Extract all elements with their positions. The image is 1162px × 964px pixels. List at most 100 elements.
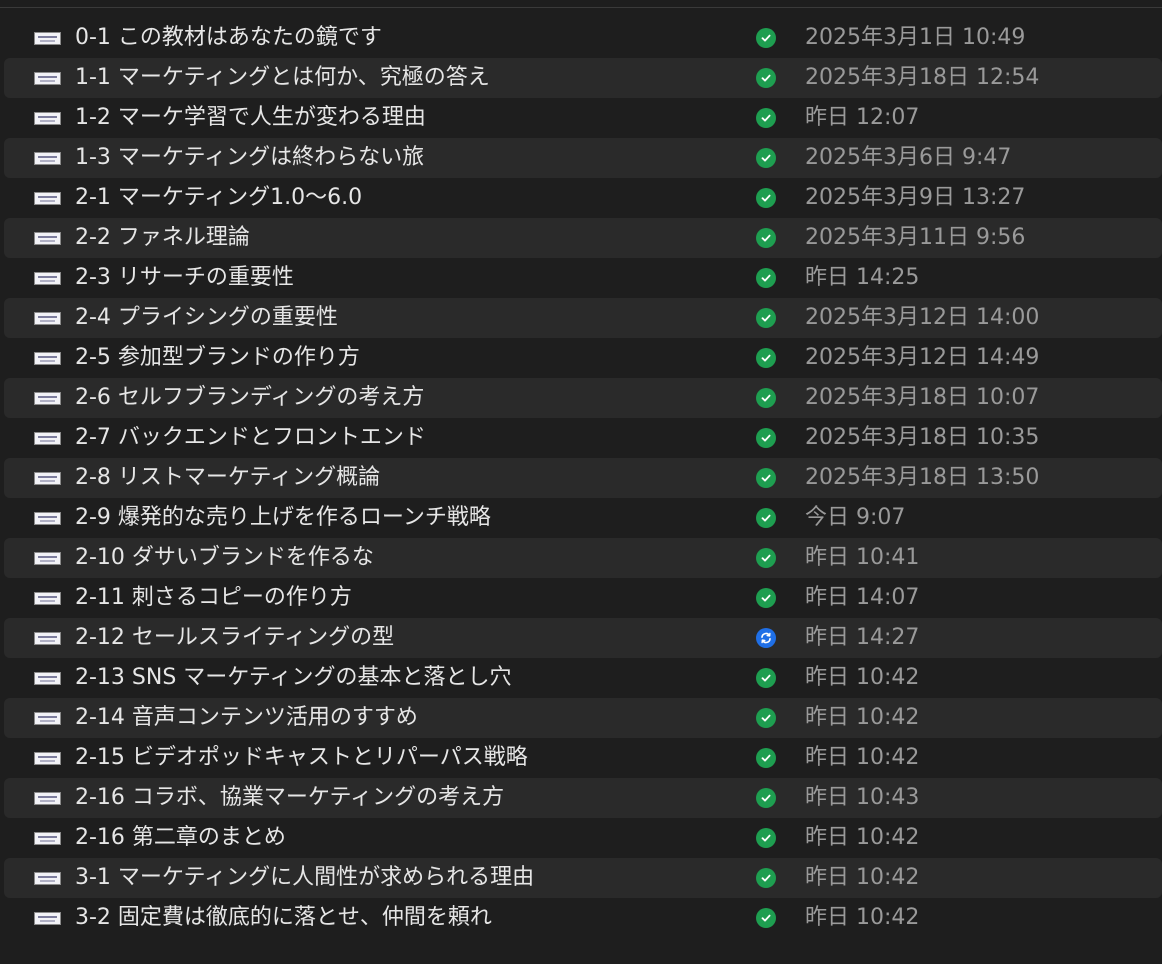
file-name: 2-10 ダサいブランドを作るな	[75, 545, 374, 570]
file-thumbnail-icon	[34, 912, 61, 925]
file-date-modified: 昨日 14:07	[805, 585, 920, 610]
file-thumbnail-icon	[34, 152, 61, 165]
sync-status-check-icon	[756, 428, 776, 448]
file-name: 2-12 セールスライティングの型	[75, 625, 395, 650]
file-date-modified: 2025年3月18日 12:54	[805, 65, 1040, 90]
file-row[interactable]: 2-1 マーケティング1.0～6.0 2025年3月9日 13:27	[0, 178, 1162, 218]
file-name: 2-2 ファネル理論	[75, 225, 250, 250]
sync-status-check-icon	[756, 508, 776, 528]
file-date-modified: 2025年3月18日 10:35	[805, 425, 1040, 450]
file-row[interactable]: 2-13 SNS マーケティングの基本と落とし穴 昨日 10:42	[0, 658, 1162, 698]
sync-status-check-icon	[756, 68, 776, 88]
file-date-modified: 2025年3月18日 13:50	[805, 465, 1040, 490]
file-row[interactable]: 2-8 リストマーケティング概論 2025年3月18日 13:50	[4, 458, 1162, 498]
file-date-modified: 2025年3月11日 9:56	[805, 225, 1026, 250]
file-thumbnail-icon	[34, 432, 61, 445]
file-date-modified: 昨日 10:41	[805, 545, 920, 570]
sync-status-check-icon	[756, 28, 776, 48]
sync-status-check-icon	[756, 348, 776, 368]
sync-status-check-icon	[756, 668, 776, 688]
file-date-modified: 2025年3月12日 14:49	[805, 345, 1040, 370]
file-name: 2-15 ビデオポッドキャストとリパーパス戦略	[75, 745, 528, 770]
file-date-modified: 2025年3月9日 13:27	[805, 185, 1026, 210]
sync-status-check-icon	[756, 868, 776, 888]
file-list: 0-1 この教材はあなたの鏡です 2025年3月1日 10:49 1-1 マーケティ…	[0, 0, 1162, 964]
file-row[interactable]: 2-15 ビデオポッドキャストとリパーパス戦略 昨日 10:42	[0, 738, 1162, 778]
file-name: 2-11 刺さるコピーの作り方	[75, 585, 352, 610]
file-row[interactable]: 2-10 ダサいブランドを作るな 昨日 10:41	[4, 538, 1162, 578]
file-date-modified: 2025年3月1日 10:49	[805, 25, 1026, 50]
file-thumbnail-icon	[34, 672, 61, 685]
file-name: 2-6 セルフブランディングの考え方	[75, 385, 425, 410]
sync-status-syncing-icon	[756, 628, 776, 648]
file-name: 2-16 第二章のまとめ	[75, 825, 286, 850]
file-thumbnail-icon	[34, 352, 61, 365]
file-thumbnail-icon	[34, 192, 61, 205]
file-date-modified: 昨日 10:43	[805, 785, 920, 810]
file-date-modified: 昨日 10:42	[805, 865, 920, 890]
file-row[interactable]: 1-1 マーケティングとは何か、究極の答え 2025年3月18日 12:54	[4, 58, 1162, 98]
file-row[interactable]: 2-14 音声コンテンツ活用のすすめ 昨日 10:42	[4, 698, 1162, 738]
file-date-modified: 昨日 10:42	[805, 705, 920, 730]
sync-status-check-icon	[756, 908, 776, 928]
file-row[interactable]: 2-6 セルフブランディングの考え方 2025年3月18日 10:07	[4, 378, 1162, 418]
file-name: 2-4 プライシングの重要性	[75, 305, 338, 330]
file-date-modified: 昨日 10:42	[805, 745, 920, 770]
file-row[interactable]: 2-2 ファネル理論 2025年3月11日 9:56	[4, 218, 1162, 258]
file-name: 2-5 参加型ブランドの作り方	[75, 345, 360, 370]
file-name: 2-13 SNS マーケティングの基本と落とし穴	[75, 665, 512, 690]
file-row[interactable]: 2-5 参加型ブランドの作り方 2025年3月12日 14:49	[0, 338, 1162, 378]
file-date-modified: 2025年3月12日 14:00	[805, 305, 1040, 330]
sync-status-check-icon	[756, 148, 776, 168]
file-row[interactable]: 3-2 固定費は徹底的に落とせ、仲間を頼れ 昨日 10:42	[0, 898, 1162, 938]
file-thumbnail-icon	[34, 312, 61, 325]
sync-status-check-icon	[756, 748, 776, 768]
file-thumbnail-icon	[34, 512, 61, 525]
file-row[interactable]: 0-1 この教材はあなたの鏡です 2025年3月1日 10:49	[0, 18, 1162, 58]
file-date-modified: 昨日 14:25	[805, 265, 920, 290]
sync-status-check-icon	[756, 548, 776, 568]
sync-status-check-icon	[756, 308, 776, 328]
file-row[interactable]: 2-11 刺さるコピーの作り方 昨日 14:07	[0, 578, 1162, 618]
file-row[interactable]: 3-1 マーケティングに人間性が求められる理由 昨日 10:42	[4, 858, 1162, 898]
file-name: 2-8 リストマーケティング概論	[75, 465, 381, 490]
file-row[interactable]: 2-3 リサーチの重要性 昨日 14:25	[0, 258, 1162, 298]
sync-status-check-icon	[756, 268, 776, 288]
file-thumbnail-icon	[34, 392, 61, 405]
file-thumbnail-icon	[34, 592, 61, 605]
file-thumbnail-icon	[34, 472, 61, 485]
file-row[interactable]: 2-16 コラボ、協業マーケティングの考え方 昨日 10:43	[4, 778, 1162, 818]
file-thumbnail-icon	[34, 872, 61, 885]
file-name: 2-9 爆発的な売り上げを作るローンチ戦略	[75, 505, 491, 530]
file-thumbnail-icon	[34, 112, 61, 125]
file-thumbnail-icon	[34, 272, 61, 285]
sync-status-check-icon	[756, 108, 776, 128]
file-row[interactable]: 2-12 セールスライティングの型 昨日 14:27	[4, 618, 1162, 658]
file-row[interactable]: 2-9 爆発的な売り上げを作るローンチ戦略 今日 9:07	[0, 498, 1162, 538]
file-date-modified: 2025年3月6日 9:47	[805, 145, 1012, 170]
file-name: 1-2 マーケ学習で人生が変わる理由	[75, 105, 426, 130]
file-row[interactable]: 1-2 マーケ学習で人生が変わる理由 昨日 12:07	[0, 98, 1162, 138]
file-name: 0-1 この教材はあなたの鏡です	[75, 25, 382, 50]
file-row[interactable]: 2-4 プライシングの重要性 2025年3月12日 14:00	[4, 298, 1162, 338]
file-name: 2-3 リサーチの重要性	[75, 265, 294, 290]
file-thumbnail-icon	[34, 792, 61, 805]
file-row[interactable]: 1-3 マーケティングは終わらない旅 2025年3月6日 9:47	[4, 138, 1162, 178]
file-name: 2-7 バックエンドとフロントエンド	[75, 425, 426, 450]
file-date-modified: 2025年3月18日 10:07	[805, 385, 1040, 410]
file-name: 2-16 コラボ、協業マーケティングの考え方	[75, 785, 505, 810]
sync-status-check-icon	[756, 828, 776, 848]
file-name: 3-1 マーケティングに人間性が求められる理由	[75, 865, 535, 890]
file-name: 1-3 マーケティングは終わらない旅	[75, 145, 425, 170]
file-row[interactable]: 2-16 第二章のまとめ 昨日 10:42	[0, 818, 1162, 858]
file-date-modified: 今日 9:07	[805, 505, 906, 530]
file-thumbnail-icon	[34, 832, 61, 845]
file-thumbnail-icon	[34, 712, 61, 725]
file-date-modified: 昨日 10:42	[805, 825, 920, 850]
file-name: 2-1 マーケティング1.0～6.0	[75, 185, 363, 210]
sync-status-check-icon	[756, 708, 776, 728]
header-divider	[0, 7, 1162, 8]
file-date-modified: 昨日 10:42	[805, 665, 920, 690]
file-row[interactable]: 2-7 バックエンドとフロントエンド 2025年3月18日 10:35	[0, 418, 1162, 458]
sync-status-check-icon	[756, 228, 776, 248]
